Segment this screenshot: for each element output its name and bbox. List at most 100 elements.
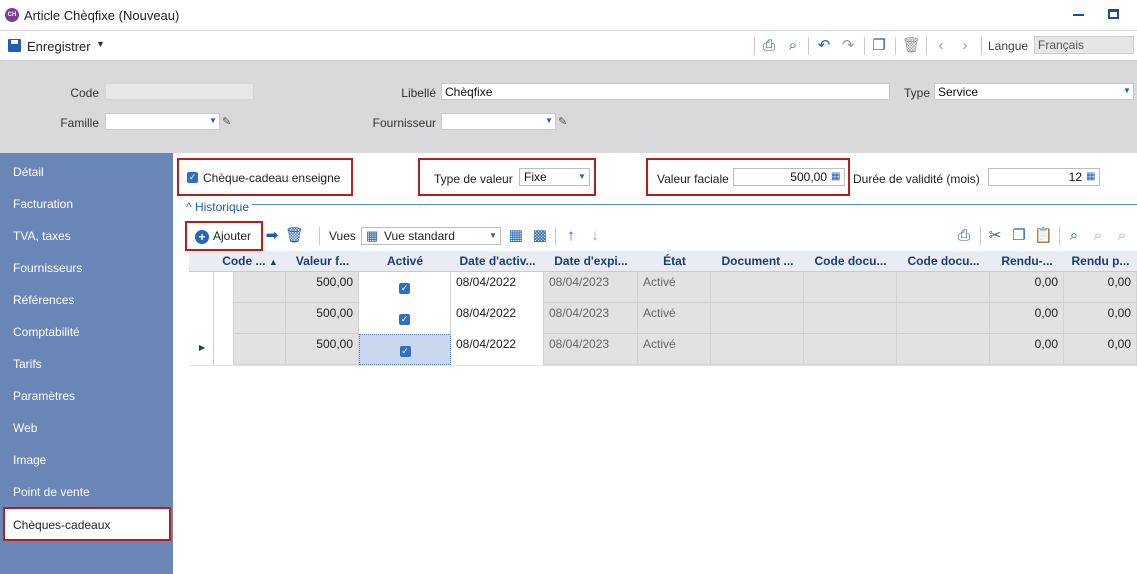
cell-active[interactable]: ✓: [359, 272, 451, 303]
vues-select[interactable]: ▦ Vue standard ▼: [361, 227, 501, 245]
print-icon[interactable]: ⎙: [955, 227, 973, 245]
row-indicator[interactable]: ▶: [189, 334, 214, 365]
calculator-icon[interactable]: ▦: [1086, 171, 1095, 182]
cell-etat[interactable]: Activé: [638, 303, 711, 334]
table-row[interactable]: 500,00 ✓ 08/04/2022 08/04/2023 Activé 0,…: [189, 303, 1137, 334]
chevron-down-icon[interactable]: ▼: [1123, 86, 1131, 95]
column-header-code-document-1[interactable]: Code docu...: [804, 251, 897, 272]
cell-date-activation[interactable]: 08/04/2022: [451, 303, 544, 334]
cell-code-document-1[interactable]: [804, 272, 897, 303]
search-next-icon[interactable]: ⌕: [1113, 227, 1131, 245]
calculator-icon[interactable]: ▦: [831, 171, 840, 182]
cell-valeur[interactable]: 500,00: [286, 272, 359, 303]
search-previous-icon[interactable]: ⌕: [1089, 227, 1107, 245]
copy-icon[interactable]: ❐: [871, 38, 887, 54]
row-indicator[interactable]: [189, 303, 214, 334]
cell-date-activation[interactable]: 08/04/2022: [451, 334, 544, 365]
column-header-valeur[interactable]: Valeur f...: [286, 251, 359, 272]
cell-code-document-1[interactable]: [804, 303, 897, 334]
delete-icon[interactable]: 🗑: [285, 227, 304, 245]
column-header-rendu-1[interactable]: Rendu-...: [990, 251, 1064, 272]
search-icon[interactable]: ⌕: [1065, 227, 1083, 245]
cell-rendu-1[interactable]: 0,00: [990, 272, 1064, 303]
column-header-etat[interactable]: État: [638, 251, 711, 272]
sidebar-item-fournisseurs[interactable]: Fournisseurs: [0, 252, 173, 284]
cut-icon[interactable]: ✂: [986, 227, 1004, 245]
add-button[interactable]: Ajouter: [213, 229, 251, 243]
cell-rendu-2[interactable]: 0,00: [1064, 272, 1137, 303]
cell-date-expiration[interactable]: 08/04/2023: [544, 334, 638, 365]
sidebar-item-detail[interactable]: Détail: [0, 156, 173, 188]
cell-document[interactable]: [711, 334, 804, 365]
cell-valeur[interactable]: 500,00: [286, 303, 359, 334]
cell-etat[interactable]: Activé: [638, 334, 711, 365]
save-icon[interactable]: [8, 39, 21, 52]
cell-active[interactable]: ✓: [359, 303, 451, 334]
sidebar-item-parametres[interactable]: Paramètres: [0, 380, 173, 412]
language-select[interactable]: Français: [1034, 36, 1134, 54]
print-icon[interactable]: ⎙: [761, 38, 777, 54]
next-icon[interactable]: ›: [957, 38, 973, 54]
move-up-icon[interactable]: ↑: [562, 227, 580, 245]
type-select[interactable]: Service ▼: [934, 83, 1134, 100]
chevron-down-icon[interactable]: ▼: [489, 231, 497, 240]
cell-valeur[interactable]: 500,00: [286, 334, 359, 365]
sidebar-item-point-de-vente[interactable]: Point de vente: [0, 476, 173, 508]
chevron-down-icon[interactable]: ▼: [578, 172, 586, 181]
cell-code-document-1[interactable]: [804, 334, 897, 365]
save-button[interactable]: Enregistrer: [27, 39, 91, 54]
column-header-code-document-2[interactable]: Code docu...: [897, 251, 990, 272]
table-row[interactable]: ▶ 500,00 ✓ 08/04/2022 08/04/2023 Activé …: [189, 334, 1137, 365]
edit-pencil-icon[interactable]: ✎: [222, 115, 231, 128]
duree-field[interactable]: 12: [988, 168, 1100, 186]
column-header-date-activation[interactable]: Date d'activ...: [451, 251, 544, 272]
valeur-faciale-field[interactable]: 500,00: [733, 168, 845, 186]
cell-date-expiration[interactable]: 08/04/2023: [544, 272, 638, 303]
previous-icon[interactable]: ‹: [933, 38, 949, 54]
cell-date-expiration[interactable]: 08/04/2023: [544, 303, 638, 334]
cell-etat[interactable]: Activé: [638, 272, 711, 303]
code-field[interactable]: [105, 83, 254, 100]
cell-active[interactable]: ✓: [359, 334, 451, 365]
cell-rendu-1[interactable]: 0,00: [990, 334, 1064, 365]
active-checkbox[interactable]: ✓: [399, 314, 410, 325]
cell-code[interactable]: [234, 272, 286, 303]
cell-code-document-2[interactable]: [897, 334, 990, 365]
cell-date-activation[interactable]: 08/04/2022: [451, 272, 544, 303]
sidebar-item-facturation[interactable]: Facturation: [0, 188, 173, 220]
sidebar-item-comptabilite[interactable]: Comptabilité: [0, 316, 173, 348]
column-header-active[interactable]: Activé: [359, 251, 451, 272]
sidebar-item-tva[interactable]: TVA, taxes: [0, 220, 173, 252]
add-icon[interactable]: +: [195, 230, 209, 244]
edit-pencil-icon[interactable]: ✎: [558, 115, 567, 128]
minimize-icon[interactable]: [1073, 14, 1084, 16]
chevron-down-icon[interactable]: ▼: [545, 116, 553, 125]
print-preview-icon[interactable]: ⌕: [785, 38, 801, 54]
column-header-rendu-2[interactable]: Rendu p...: [1064, 251, 1137, 272]
copy-icon[interactable]: ❐: [1010, 227, 1028, 245]
sidebar-item-tarifs[interactable]: Tarifs: [0, 348, 173, 380]
cell-rendu-2[interactable]: 0,00: [1064, 303, 1137, 334]
cell-rendu-1[interactable]: 0,00: [990, 303, 1064, 334]
column-header-date-expiration[interactable]: Date d'expi...: [544, 251, 638, 272]
cell-code[interactable]: [234, 334, 286, 365]
cell-code[interactable]: [234, 303, 286, 334]
type-valeur-select[interactable]: Fixe ▼: [519, 168, 590, 186]
sidebar-item-image[interactable]: Image: [0, 444, 173, 476]
column-header-code[interactable]: Code ... ▲: [214, 251, 286, 272]
table-row[interactable]: 500,00 ✓ 08/04/2022 08/04/2023 Activé 0,…: [189, 272, 1137, 303]
cell-rendu-2[interactable]: 0,00: [1064, 334, 1137, 365]
sidebar-item-references[interactable]: Références: [0, 284, 173, 316]
sidebar-item-cheques-cadeaux[interactable]: Chèques-cadeaux: [3, 507, 171, 541]
cell-code-document-2[interactable]: [897, 272, 990, 303]
delete-icon[interactable]: 🗑: [902, 38, 921, 54]
redo-icon[interactable]: ↷: [840, 38, 856, 54]
historique-section-toggle[interactable]: ^ Historique: [183, 200, 252, 214]
active-checkbox[interactable]: ✓: [399, 346, 411, 357]
row-indicator[interactable]: [189, 272, 214, 303]
column-header-document[interactable]: Document ...: [711, 251, 804, 272]
grid-layout-icon[interactable]: ▦: [507, 227, 525, 245]
grid-settings-icon[interactable]: ▩: [531, 227, 549, 245]
cell-code-document-2[interactable]: [897, 303, 990, 334]
fournisseur-field[interactable]: ▼: [441, 113, 556, 130]
